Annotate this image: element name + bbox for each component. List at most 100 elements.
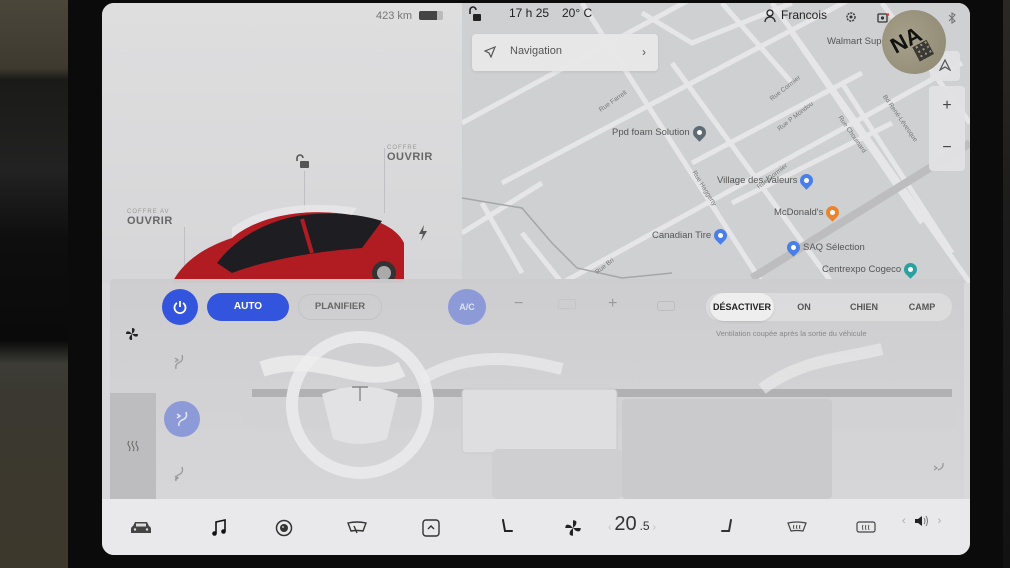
- car-panel: COFFRE AV OUVRIR COFFRE OUVRIR: [102, 3, 462, 283]
- fan-speed-indicator: [558, 299, 576, 309]
- outside-temperature: 20° C: [562, 6, 593, 20]
- dock-driver-seat-button[interactable]: [494, 517, 520, 539]
- keep-mode-dog[interactable]: CHIEN: [834, 293, 894, 321]
- airflow-face-feet-button[interactable]: [164, 401, 200, 437]
- car-image: [172, 204, 404, 283]
- door-unlock-icon[interactable]: [294, 154, 310, 175]
- zoom-in-button[interactable]: +: [929, 86, 965, 126]
- volume-control[interactable]: ‹ ›: [902, 515, 941, 527]
- airflow-face-feet-icon: [176, 411, 188, 427]
- unlock-icon[interactable]: [468, 6, 482, 22]
- restaurant-pin-icon: [823, 203, 843, 222]
- seat-heater-panel[interactable]: [110, 393, 156, 499]
- dock-fan-button[interactable]: [560, 517, 586, 539]
- cabin-temperature: 20: [614, 513, 637, 535]
- dock-app-launcher-button[interactable]: [418, 517, 444, 539]
- volume-up-button[interactable]: ›: [938, 515, 942, 527]
- navigation-label: Navigation: [510, 45, 562, 57]
- range-readout: 423 km: [376, 10, 413, 22]
- keep-mode-on[interactable]: ON: [778, 293, 830, 321]
- clock: 17 h 25: [509, 6, 550, 20]
- bluetooth-icon[interactable]: [948, 12, 956, 24]
- cabin-illustration: [242, 331, 957, 499]
- zoom-out-button[interactable]: −: [929, 128, 965, 168]
- heat-waves-icon: [127, 440, 139, 452]
- fan-icon: [126, 328, 138, 340]
- photo-background-left: [0, 0, 70, 568]
- navigate-arrow-icon: [484, 46, 496, 58]
- volume-down-button[interactable]: ‹: [902, 515, 906, 527]
- fan-speed-decrease-button[interactable]: −: [514, 295, 523, 313]
- dock-car-button[interactable]: [128, 517, 154, 539]
- status-bar: 423 km 17 h 25 20° C Francois: [102, 3, 970, 33]
- dashcam-icon[interactable]: [877, 13, 889, 23]
- map-poi-saq[interactable]: SAQ Sélection: [784, 238, 865, 257]
- dock-rear-defrost-button[interactable]: [853, 517, 879, 539]
- settings-gear-icon[interactable]: [845, 11, 857, 23]
- airflow-face-icon[interactable]: [172, 353, 186, 371]
- climate-schedule-button[interactable]: PLANIFIER: [298, 294, 382, 320]
- passenger-seat-icon: [721, 519, 732, 532]
- shopping-pin-icon: [784, 238, 803, 257]
- dock-wiper-button[interactable]: [344, 517, 370, 539]
- passenger-airflow-icon[interactable]: [932, 461, 946, 475]
- car-icon: [131, 522, 151, 533]
- poi-label: Ppd foam Solution: [612, 127, 690, 138]
- power-icon: [173, 301, 187, 314]
- driver-profile-button[interactable]: Francois: [764, 8, 827, 22]
- poi-label: McDonald's: [774, 207, 824, 218]
- shopping-pin-icon: [797, 171, 817, 190]
- poi-label: SAQ Sélection: [803, 242, 865, 253]
- keep-mode-off[interactable]: DÉSACTIVER: [710, 293, 774, 321]
- map-poi-ppd-foam[interactable]: Ppd foam Solution: [612, 123, 709, 142]
- north-arrow-icon: [939, 59, 951, 71]
- map-pin-icon: [689, 123, 709, 142]
- speaker-icon[interactable]: [914, 515, 930, 527]
- climate-power-button[interactable]: [162, 289, 198, 325]
- recirculation-button[interactable]: [657, 301, 675, 311]
- wiper-icon: [347, 521, 367, 534]
- cabin-temperature-decimal: .5: [639, 519, 650, 533]
- rear-defrost-icon: [856, 521, 876, 533]
- touchscreen: COFFRE AV OUVRIR COFFRE OUVRIR Rue Farre…: [102, 3, 970, 555]
- climate-panel: AUTO PLANIFIER A/C − + DÉSACTIVER ON CHI…: [110, 279, 964, 499]
- climate-auto-button[interactable]: AUTO: [207, 293, 289, 321]
- shopping-pin-icon: [711, 226, 730, 245]
- dock-front-defrost-button[interactable]: [784, 517, 810, 539]
- app-launcher-icon: [422, 519, 440, 537]
- profile-name: Francois: [781, 8, 828, 22]
- map-poi-village-des-valeurs[interactable]: Village des Valeurs: [717, 171, 817, 190]
- cabin-temperature-control[interactable]: ‹ 20.5 ›: [608, 513, 656, 536]
- dock-passenger-seat-button[interactable]: [714, 517, 740, 539]
- map-poi-walmart[interactable]: Walmart Supe: [827, 36, 887, 47]
- charge-port-icon[interactable]: [418, 225, 428, 246]
- poi-label: Centrexpo Cogeco: [822, 264, 902, 275]
- temp-increase-button[interactable]: ›: [653, 522, 656, 533]
- keep-climate-selector: DÉSACTIVER ON CHIEN CAMP: [706, 293, 952, 321]
- poi-label: Canadian Tire: [652, 230, 712, 241]
- poi-label: Walmart Supe: [827, 36, 887, 47]
- front-defrost-icon: [787, 521, 807, 532]
- dock-camera-button[interactable]: [271, 517, 297, 539]
- person-icon: [764, 8, 776, 22]
- map-poi-centrexpo[interactable]: Centrexpo Cogeco: [822, 260, 920, 279]
- battery-icon: [419, 11, 443, 20]
- airflow-feet-icon[interactable]: [172, 465, 186, 483]
- fan-speed-increase-button[interactable]: +: [608, 295, 617, 313]
- keep-climate-note: Ventilation coupée après la sortie du vé…: [716, 329, 867, 338]
- map-poi-mcdonalds[interactable]: McDonald's: [774, 203, 843, 222]
- temp-decrease-button[interactable]: ‹: [608, 522, 611, 533]
- venue-pin-icon: [901, 260, 920, 279]
- map-poi-canadian-tire[interactable]: Canadian Tire: [652, 226, 730, 245]
- map-zoom-control: + −: [929, 86, 965, 171]
- bottom-dock: ‹ 20.5 › ‹ ›: [102, 499, 970, 555]
- battery-level: [419, 11, 437, 20]
- fan-icon: [565, 520, 581, 536]
- chevron-right-icon: ›: [642, 45, 646, 59]
- dock-music-button[interactable]: [206, 517, 232, 539]
- trunk-control[interactable]: COFFRE OUVRIR: [387, 145, 433, 163]
- poi-label: Village des Valeurs: [717, 175, 798, 186]
- navigation-search[interactable]: Navigation ›: [472, 34, 658, 71]
- keep-mode-camp[interactable]: CAMP: [896, 293, 948, 321]
- ac-button[interactable]: A/C: [448, 289, 486, 325]
